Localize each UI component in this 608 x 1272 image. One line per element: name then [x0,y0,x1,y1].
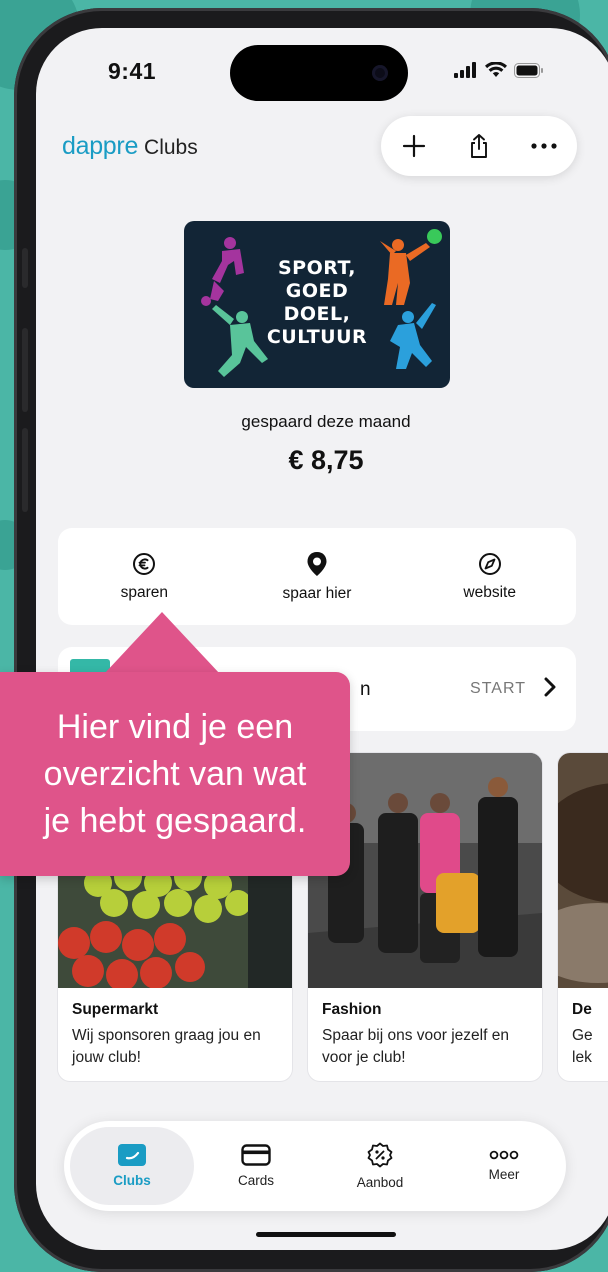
start-label: START [470,680,526,697]
start-row-title: n [360,679,371,700]
silent-switch [22,248,28,288]
clubs-icon [118,1144,146,1166]
action-label-spaar-hier: spaar hier [282,584,352,602]
offer-image-fashion [308,753,542,988]
offer-description: Ge lek [572,1027,593,1066]
more-icon [531,143,557,149]
chevron-right-icon [544,677,556,697]
share-button[interactable] [457,124,501,168]
dynamic-island [230,45,408,101]
volume-up-button [22,328,28,412]
quick-actions: sparen spaar hier website [58,528,576,625]
more-button[interactable] [522,124,566,168]
offer-title: Supermarkt [72,1001,159,1018]
tab-label-meer: Meer [488,1167,520,1182]
app-screen: 9:41 dappre Clubs SPORT, GOED DOEL, CULT… [36,28,608,1250]
action-spaar-hier[interactable]: spaar hier [231,528,404,625]
location-pin-icon [307,551,327,576]
tab-cards[interactable]: Cards [194,1127,318,1205]
offer-title: De [572,1001,592,1018]
tab-meer[interactable]: Meer [442,1127,566,1205]
compass-icon [478,552,501,575]
tab-aanbod[interactable]: Aanbod [318,1127,442,1205]
offer-card-supermarkt[interactable]: Supermarkt Wij sponsoren graag jou en jo… [58,753,292,1081]
add-button[interactable] [392,124,436,168]
club-card[interactable]: SPORT, GOED DOEL, CULTUUR [184,221,450,388]
savings-amount: € 8,75 [288,445,364,475]
status-time: 9:41 [108,58,157,84]
brand-logo: dappre [62,132,139,160]
brand-subtitle: Clubs [144,136,198,159]
club-card-line2: GOED DOEL, [283,280,351,325]
offers-carousel: Supermarkt Wij sponsoren graag jou en jo… [58,753,608,1083]
start-badge [70,659,110,675]
offer-description: Wij sponsoren graag jou en jouw club! [72,1027,261,1066]
offer-card-fashion[interactable]: Fashion Spaar bij ons voor jezelf en voo… [308,753,542,1081]
tab-label-aanbod: Aanbod [356,1175,404,1190]
savings-label: gespaard deze maand [241,412,411,431]
club-card-line3: CULTUUR [266,326,368,348]
brand-header: dappre Clubs [62,132,198,161]
more-dots-icon [489,1150,519,1160]
header-toolbar [381,116,577,176]
discount-badge-icon [367,1142,393,1168]
status-icons [454,62,544,78]
volume-down-button [22,428,28,512]
offer-image-bread [558,753,608,988]
action-sparen[interactable]: sparen [58,528,231,625]
signal-icon [454,62,476,78]
tab-bar: Clubs Cards Aanbod Meer [64,1121,566,1211]
offer-image-apples [58,753,292,988]
offer-description: Spaar bij ons voor jezelf en voor je clu… [322,1027,509,1066]
action-label-website: website [463,583,516,601]
offer-title: Fashion [322,1001,382,1018]
action-label-sparen: sparen [120,583,169,601]
club-card-line1: SPORT, [277,257,356,279]
battery-icon [514,62,543,78]
euro-icon [133,552,156,575]
tab-label-cards: Cards [237,1173,274,1188]
wifi-icon [485,62,507,77]
tab-label-clubs: Clubs [113,1173,151,1188]
tab-clubs[interactable]: Clubs [70,1127,194,1205]
action-website[interactable]: website [403,528,576,625]
club-card-text: SPORT, GOED DOEL, CULTUUR [252,257,382,349]
offer-card-partial[interactable]: De Ge lek [558,753,608,1081]
share-icon [471,134,487,158]
card-icon [241,1144,271,1166]
start-row[interactable]: n START [58,647,576,731]
active-status-dot [427,229,442,244]
plus-icon [402,134,425,158]
home-indicator [256,1232,396,1237]
